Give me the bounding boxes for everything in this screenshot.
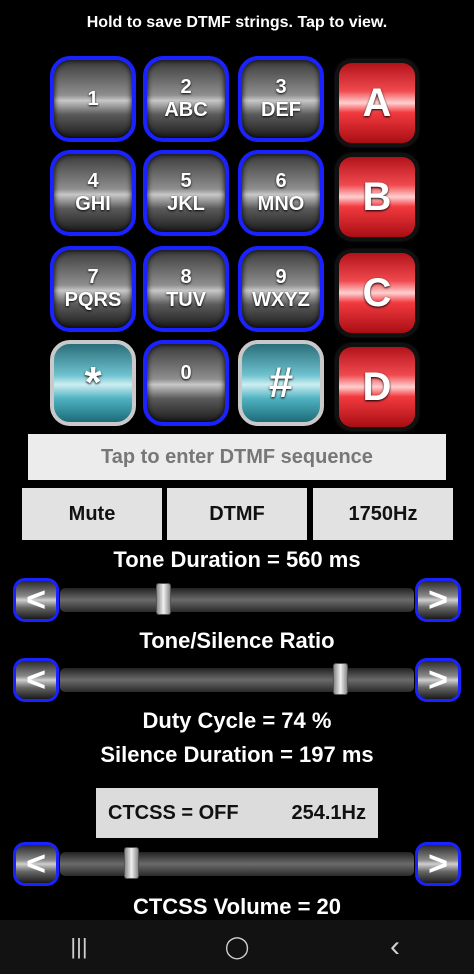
tone-duration-decrease-button[interactable]: <	[13, 578, 59, 622]
key-digit: *	[84, 358, 102, 407]
key-digit: 5	[180, 170, 192, 192]
key-digit: 8	[180, 266, 192, 288]
right-arrow-icon: >	[428, 580, 448, 619]
key-d[interactable]: D	[336, 344, 418, 430]
key-letter: D	[362, 364, 392, 409]
key-digit: 0	[180, 362, 192, 384]
key-3[interactable]: 3 DEF	[238, 56, 324, 142]
key-8[interactable]: 8 TUV	[143, 246, 229, 332]
dtmf-sequence-input[interactable]: Tap to enter DTMF sequence	[28, 434, 446, 480]
key-digit: #	[268, 358, 294, 407]
ctcss-slider[interactable]	[60, 847, 414, 879]
right-arrow-icon: >	[428, 844, 448, 883]
key-6[interactable]: 6 MNO	[238, 150, 324, 236]
key-digit: 2	[180, 76, 192, 98]
ratio-slider[interactable]	[60, 663, 414, 695]
key-letter: A	[362, 80, 392, 125]
recents-icon[interactable]: |||	[49, 934, 109, 960]
key-letter: C	[362, 270, 392, 315]
sequence-placeholder: Tap to enter DTMF sequence	[101, 445, 373, 468]
key-letter: B	[362, 174, 392, 219]
key-hash[interactable]: #	[238, 340, 324, 426]
key-5[interactable]: 5 JKL	[143, 150, 229, 236]
key-9[interactable]: 9 WXYZ	[238, 246, 324, 332]
silence-duration-label: Silence Duration = 197 ms	[100, 742, 374, 767]
dtmf-button[interactable]: DTMF	[167, 488, 307, 540]
key-b[interactable]: B	[336, 154, 418, 240]
key-letters: ABC	[164, 99, 208, 121]
key-digit: 6	[275, 170, 287, 192]
key-letters: TUV	[166, 289, 206, 311]
ctcss-decrease-button[interactable]: <	[13, 842, 59, 886]
back-icon[interactable]: ‹	[365, 930, 425, 964]
slider-thumb[interactable]	[123, 847, 139, 879]
dtmf-label: DTMF	[209, 502, 265, 525]
key-letters: DEF	[261, 99, 301, 121]
key-digit: 1	[87, 88, 99, 110]
tone-duration-label: Tone Duration = 560 ms	[113, 547, 361, 572]
ctcss-volume-label: CTCSS Volume = 20	[132, 894, 342, 919]
ctcss-button[interactable]: CTCSS = OFF 254.1Hz	[96, 788, 378, 838]
slider-thumb[interactable]	[155, 583, 171, 615]
ctcss-state: CTCSS = OFF	[108, 801, 239, 824]
tone-label: 1750Hz	[348, 502, 418, 525]
key-0[interactable]: 0	[143, 340, 229, 426]
key-letters: JKL	[167, 193, 205, 215]
key-digit: 3	[275, 76, 287, 98]
key-letters: GHI	[75, 193, 111, 215]
navigation-bar: ||| ◯ ‹	[0, 920, 474, 974]
ratio-label: Tone/Silence Ratio	[139, 628, 335, 653]
key-letters: WXYZ	[252, 289, 310, 311]
slider-thumb[interactable]	[332, 663, 348, 695]
key-2[interactable]: 2 ABC	[143, 56, 229, 142]
key-digit: 4	[87, 170, 99, 192]
tone-1750-button[interactable]: 1750Hz	[313, 488, 453, 540]
key-1[interactable]: 1	[50, 56, 136, 142]
key-c[interactable]: C	[336, 250, 418, 336]
key-letters: PQRS	[64, 289, 122, 311]
duty-cycle-label: Duty Cycle = 74 %	[142, 708, 332, 733]
left-arrow-icon: <	[26, 580, 46, 619]
ctcss-increase-button[interactable]: >	[415, 842, 461, 886]
ratio-decrease-button[interactable]: <	[13, 658, 59, 702]
key-7[interactable]: 7 PQRS	[50, 246, 136, 332]
ratio-increase-button[interactable]: >	[415, 658, 461, 702]
key-star[interactable]: *	[50, 340, 136, 426]
hint-text: Hold to save DTMF strings. Tap to view.	[86, 14, 388, 31]
key-digit: 9	[275, 266, 287, 288]
ctcss-frequency: 254.1Hz	[291, 801, 367, 824]
mute-button[interactable]: Mute	[22, 488, 162, 540]
key-4[interactable]: 4 GHI	[50, 150, 136, 236]
key-letters: MNO	[257, 193, 305, 215]
left-arrow-icon: <	[26, 660, 46, 699]
left-arrow-icon: <	[26, 844, 46, 883]
home-icon[interactable]: ◯	[207, 934, 267, 960]
right-arrow-icon: >	[428, 660, 448, 699]
tone-duration-slider[interactable]	[60, 583, 414, 615]
key-digit: 7	[87, 266, 99, 288]
key-a[interactable]: A	[336, 60, 418, 146]
tone-duration-increase-button[interactable]: >	[415, 578, 461, 622]
mute-label: Mute	[68, 502, 116, 525]
